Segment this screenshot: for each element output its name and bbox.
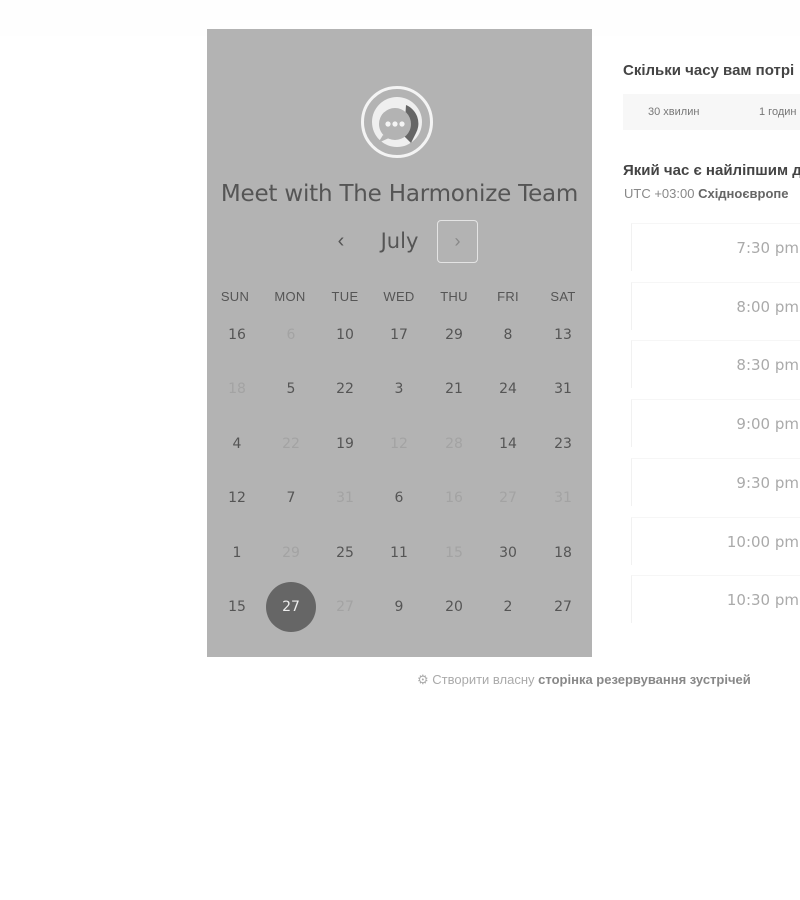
weekday-wed: WED [383, 289, 415, 304]
next-month-button[interactable]: › [437, 220, 478, 263]
time-slot-label: 7:30 pm [736, 239, 799, 257]
time-slot[interactable]: 9:00 pm [631, 399, 800, 448]
calendar-day: 16 [445, 490, 463, 506]
calendar-day: 6 [286, 327, 296, 343]
calendar-day[interactable]: 10 [320, 310, 370, 360]
timezone-name: Східноєвропе [698, 186, 789, 201]
calendar-day[interactable]: 15 [212, 582, 262, 632]
calendar-day: 12 [390, 436, 408, 452]
duration-option-1hour[interactable]: 1 годин [759, 94, 796, 130]
calendar-day[interactable]: 23 [538, 419, 588, 469]
time-slot[interactable]: 7:30 pm [631, 223, 800, 271]
time-slot-label: 10:30 pm [726, 591, 799, 610]
weekday-thu: THU [440, 289, 468, 304]
time-slot-label: 9:30 pm [736, 473, 799, 492]
timezone-selector[interactable]: UTC +03:00 Східноєвропе [624, 186, 789, 201]
create-meetings-page-link[interactable]: ⚙ Створити власну сторінка резервування … [417, 672, 751, 688]
calendar-day[interactable]: 24 [483, 364, 533, 414]
duration-option-30min[interactable]: 30 хвилин [648, 94, 699, 130]
hubspot-sprocket-icon: ⚙ [417, 672, 429, 687]
weekday-sat: SAT [550, 289, 576, 304]
weekday-mon: MON [274, 289, 306, 304]
calendar-day: 27 [499, 490, 517, 506]
time-slot[interactable]: 9:30 pm [631, 457, 800, 506]
chevron-right-icon: › [454, 231, 461, 251]
calendar-day[interactable]: 4 [212, 419, 262, 469]
time-slot[interactable]: 10:00 pm [631, 516, 800, 565]
calendar-day[interactable]: 16 [212, 310, 262, 360]
calendar-title: Meet with The Harmonize Team [220, 181, 579, 207]
calendar-day: 22 [282, 436, 300, 452]
duration-heading: Скільки часу вам потрі [623, 62, 795, 79]
calendar-day[interactable]: 20 [429, 582, 479, 632]
time-slot-label: 10:00 pm [726, 532, 799, 551]
calendar-day[interactable]: 31 [538, 364, 588, 414]
time-slot[interactable]: 8:00 pm [631, 281, 800, 330]
calendar-day[interactable]: 25 [320, 528, 370, 578]
calendar-day: 31 [336, 490, 354, 506]
calendar-day[interactable]: 27 [538, 582, 588, 632]
time-slot[interactable]: 8:30 pm [631, 340, 800, 389]
avatar [361, 86, 433, 158]
calendar-day[interactable]: 6 [374, 473, 424, 523]
calendar-day[interactable]: 18 [538, 528, 588, 578]
calendar-day[interactable]: 5 [266, 364, 316, 414]
calendar-day[interactable]: 22 [320, 364, 370, 414]
calendar-panel: Meet with The Harmonize Team ‹ July › SU… [207, 29, 592, 657]
calendar-day[interactable]: 12 [212, 473, 262, 523]
calendar-day: 28 [445, 436, 463, 452]
calendar-day: 18 [228, 381, 246, 397]
calendar-day[interactable]: 21 [429, 364, 479, 414]
calendar-day[interactable]: 30 [483, 528, 533, 578]
weekday-fri: FRI [497, 289, 519, 304]
calendar-day: 29 [282, 545, 300, 561]
calendar-day[interactable]: 13 [538, 310, 588, 360]
calendar-day[interactable]: 14 [483, 419, 533, 469]
calendar-day: 15 [445, 545, 463, 561]
previous-month-button[interactable]: ‹ [324, 221, 358, 261]
footer-text-bold: сторінка резервування зустрічей [538, 672, 751, 687]
calendar-day[interactable]: 3 [374, 364, 424, 414]
calendar-day[interactable]: 17 [374, 310, 424, 360]
month-label: July [380, 229, 419, 253]
time-slot-label: 8:30 pm [736, 356, 799, 375]
calendar-day[interactable]: 11 [374, 528, 424, 578]
time-slot-label: 8:00 pm [736, 297, 799, 316]
month-navigation: ‹ July [207, 219, 592, 265]
time-slot[interactable]: 10:30 pm [631, 575, 800, 624]
calendar-day[interactable]: 19 [320, 419, 370, 469]
calendar-day[interactable]: 7 [266, 473, 316, 523]
calendar-day-selected[interactable]: 27 [266, 582, 316, 632]
calendar-day[interactable]: 9 [374, 582, 424, 632]
calendar-day[interactable]: 1 [212, 528, 262, 578]
chat-bubble-icon [372, 97, 422, 147]
duration-selector: 30 хвилин 1 годин [623, 94, 800, 130]
calendar-day: 27 [336, 599, 354, 615]
timezone-offset: UTC +03:00 [624, 186, 695, 201]
time-heading: Який час є найліпшим д [623, 162, 800, 179]
footer-text: Створити власну [432, 672, 535, 687]
time-slot-label: 9:00 pm [736, 415, 799, 434]
weekday-tue: TUE [331, 289, 359, 304]
calendar-day[interactable]: 8 [483, 310, 533, 360]
calendar-day[interactable]: 2 [483, 582, 533, 632]
weekday-sun: SUN [220, 289, 250, 304]
calendar-day[interactable]: 29 [429, 310, 479, 360]
weekday-header: SUN MON TUE WED THU FRI SAT [207, 289, 592, 307]
chevron-left-icon: ‹ [337, 230, 345, 252]
calendar-day: 31 [554, 490, 572, 506]
